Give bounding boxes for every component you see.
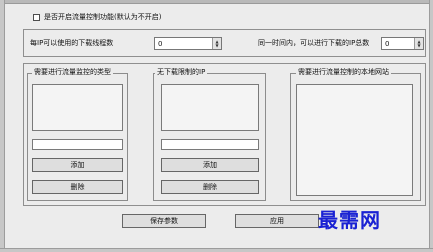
site-watermark: 最需网 [318,208,381,232]
thread-count-value: 0 [158,39,163,48]
download-settings-panel: 每IP可以使用的下载线程数 0 ▲ ▼ 同一时间内，可以进行下载的IP总数 0 ▲… [23,29,426,57]
monitored-type-input[interactable] [32,139,123,150]
monitored-types-title: 需要进行流量监控的类型 [32,68,113,76]
enable-flow-control-checkbox[interactable] [33,14,40,21]
window-left-border [0,0,5,252]
enable-flow-control-label: 是否开启流量控制功能(默认为不开启) [44,13,162,21]
concurrent-ip-stepper[interactable]: 0 ▲ ▼ [381,37,424,50]
delete-type-button[interactable]: 删除 [32,180,123,194]
delete-ip-button[interactable]: 删除 [161,180,259,194]
concurrent-ip-label: 同一时间内，可以进行下载的IP总数 [258,39,370,47]
unlimited-ip-input[interactable] [161,139,259,150]
local-sites-list[interactable] [296,84,413,196]
window-top-border [0,0,433,4]
concurrent-ip-value: 0 [385,39,390,48]
window-bottom-border [0,248,433,252]
add-type-button[interactable]: 添加 [32,158,123,172]
add-ip-button[interactable]: 添加 [161,158,259,172]
unlimited-ip-list[interactable] [161,84,259,131]
thread-count-label: 每IP可以使用的下载线程数 [30,39,114,47]
spin-arrows-icon[interactable]: ▲ ▼ [212,38,221,49]
save-params-button[interactable]: 保存参数 [122,214,206,228]
thread-count-stepper[interactable]: 0 ▲ ▼ [154,37,222,50]
window-right-border [429,0,433,252]
apply-button[interactable]: 应用 [235,214,319,228]
local-sites-title: 需要进行流量控制的本地网站 [296,68,391,76]
spin-arrows-icon[interactable]: ▲ ▼ [414,38,423,49]
unlimited-ip-title: 无下载限制的IP [155,68,208,76]
monitored-types-list[interactable] [32,84,123,131]
